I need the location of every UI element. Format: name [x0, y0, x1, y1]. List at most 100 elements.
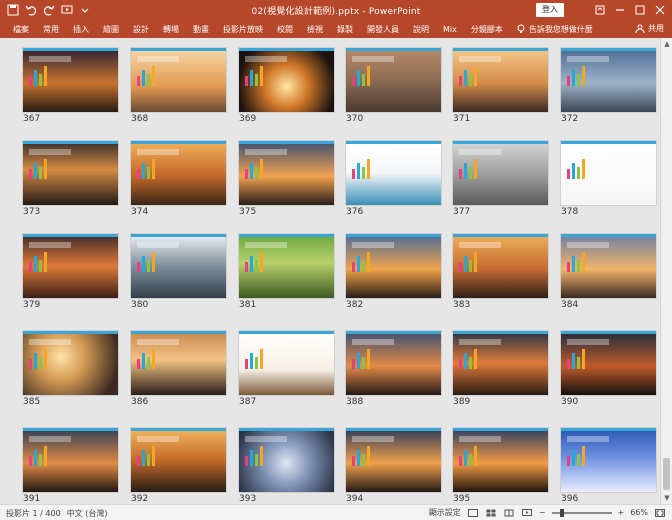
slide-image[interactable]	[453, 141, 548, 205]
scroll-up-icon[interactable]: ▲	[663, 40, 671, 48]
language-indicator[interactable]: 中文 (台灣)	[67, 508, 108, 519]
scrollbar-thumb[interactable]	[663, 458, 670, 490]
normal-view-button[interactable]	[467, 508, 479, 518]
slide-image[interactable]	[561, 48, 656, 112]
slide-image[interactable]	[346, 141, 441, 205]
scroll-down-icon[interactable]: ▼	[663, 494, 671, 502]
slide-image[interactable]	[453, 234, 548, 298]
slide-chart-graphic	[137, 446, 167, 466]
tab-storyboarding[interactable]: 分鏡腳本	[464, 24, 510, 35]
slide-chart-graphic	[567, 446, 597, 466]
slide-chart-bar	[152, 446, 155, 466]
tab-file[interactable]: 檔案	[6, 24, 36, 35]
slide-chart-bar	[29, 169, 32, 179]
zoom-in-button[interactable]: +	[618, 508, 625, 517]
maximize-button[interactable]	[632, 2, 648, 18]
slide-image[interactable]	[346, 428, 441, 492]
slide-image[interactable]	[561, 234, 656, 298]
slide-image[interactable]	[453, 48, 548, 112]
close-button[interactable]	[652, 2, 668, 18]
slide-chart-bar	[152, 349, 155, 369]
slide-number: 394	[346, 494, 364, 504]
slide-image[interactable]	[23, 331, 118, 395]
tab-draw[interactable]: 繪圖	[96, 24, 126, 35]
slide-text-block	[567, 149, 609, 155]
slide-number: 378	[561, 207, 579, 217]
slide-image[interactable]	[561, 331, 656, 395]
tab-animations[interactable]: 動畫	[186, 24, 216, 35]
slide-chart-graphic	[137, 252, 167, 272]
slide-chart-bar	[474, 66, 477, 86]
slide-image[interactable]	[453, 428, 548, 492]
slide-chart-bar	[352, 169, 355, 179]
tab-view[interactable]: 檢視	[300, 24, 330, 35]
minimize-button[interactable]	[612, 2, 628, 18]
slide-image[interactable]	[23, 141, 118, 205]
slide-image[interactable]	[239, 234, 334, 298]
slide-chart-bar	[464, 163, 467, 179]
slide-chart-bar	[572, 256, 575, 272]
minimize-icon	[616, 9, 624, 11]
slide-image[interactable]	[131, 48, 226, 112]
tab-mix[interactable]: Mix	[436, 25, 464, 34]
slide-header-bar	[23, 141, 118, 144]
vertical-scrollbar[interactable]: ▲ ▼	[660, 38, 672, 504]
slide-header-bar	[239, 428, 334, 431]
slide-image[interactable]	[346, 331, 441, 395]
tab-slideshow[interactable]: 投影片放映	[216, 24, 270, 35]
slide-number: 391	[23, 494, 41, 504]
slide-chart-graphic	[459, 159, 489, 179]
fit-to-window-button[interactable]	[654, 508, 666, 518]
slide-image[interactable]	[239, 48, 334, 112]
slide-chart-bar	[39, 167, 42, 179]
slide-chart-graphic	[567, 349, 597, 369]
tab-home[interactable]: 常用	[36, 24, 66, 35]
tell-me-search[interactable]: 告訴我您想做什麼	[510, 24, 593, 35]
slide-image[interactable]	[23, 234, 118, 298]
reading-view-button[interactable]	[503, 508, 515, 518]
slide-chart-bar	[357, 163, 360, 179]
tab-design[interactable]: 設計	[126, 24, 156, 35]
zoom-out-button[interactable]: −	[539, 508, 546, 517]
slideshow-view-button[interactable]	[521, 508, 533, 518]
slide-image[interactable]	[131, 234, 226, 298]
slide-image[interactable]	[346, 234, 441, 298]
tab-record[interactable]: 錄製	[330, 24, 360, 35]
slide-image[interactable]	[239, 428, 334, 492]
slide-image[interactable]	[561, 141, 656, 205]
slide-chart-bar	[250, 450, 253, 466]
tab-transitions[interactable]: 轉場	[156, 24, 186, 35]
slide-image[interactable]	[131, 428, 226, 492]
slide-chart-graphic	[245, 252, 275, 272]
display-settings-button[interactable]: 顯示設定	[429, 507, 461, 518]
slide-number: 393	[239, 494, 257, 504]
slide-chart-bar	[362, 74, 365, 86]
slide-image[interactable]	[453, 331, 548, 395]
tab-insert[interactable]: 插入	[66, 24, 96, 35]
share-button[interactable]: 共用	[635, 23, 664, 34]
tab-developer[interactable]: 開發人員	[360, 24, 406, 35]
sign-in-button[interactable]: 登入	[536, 3, 564, 17]
slide-image[interactable]	[561, 428, 656, 492]
ribbon-display-options-button[interactable]	[592, 2, 608, 18]
slide-chart-bar	[572, 353, 575, 369]
zoom-level[interactable]: 66%	[630, 508, 648, 517]
slide-image[interactable]	[239, 331, 334, 395]
slide-chart-bar	[352, 456, 355, 466]
slide-image[interactable]	[131, 331, 226, 395]
tab-review[interactable]: 校閱	[270, 24, 300, 35]
slide-chart-graphic	[137, 349, 167, 369]
tab-help[interactable]: 說明	[406, 24, 436, 35]
slide-image[interactable]	[23, 48, 118, 112]
slide-chart-bar	[464, 450, 467, 466]
slide-number: 392	[131, 494, 149, 504]
slide-image[interactable]	[346, 48, 441, 112]
slide-image[interactable]	[239, 141, 334, 205]
slide-image[interactable]	[23, 428, 118, 492]
zoom-slider-knob[interactable]	[559, 508, 564, 517]
zoom-slider[interactable]	[551, 508, 612, 517]
slide-sorter-view-button[interactable]	[485, 508, 497, 518]
ribbon-tabs: 檔案 常用 插入 繪圖 設計 轉場 動畫 投影片放映 校閱 檢視 錄製 開發人員…	[0, 20, 672, 38]
slide-chart-bar	[577, 74, 580, 86]
slide-image[interactable]	[131, 141, 226, 205]
